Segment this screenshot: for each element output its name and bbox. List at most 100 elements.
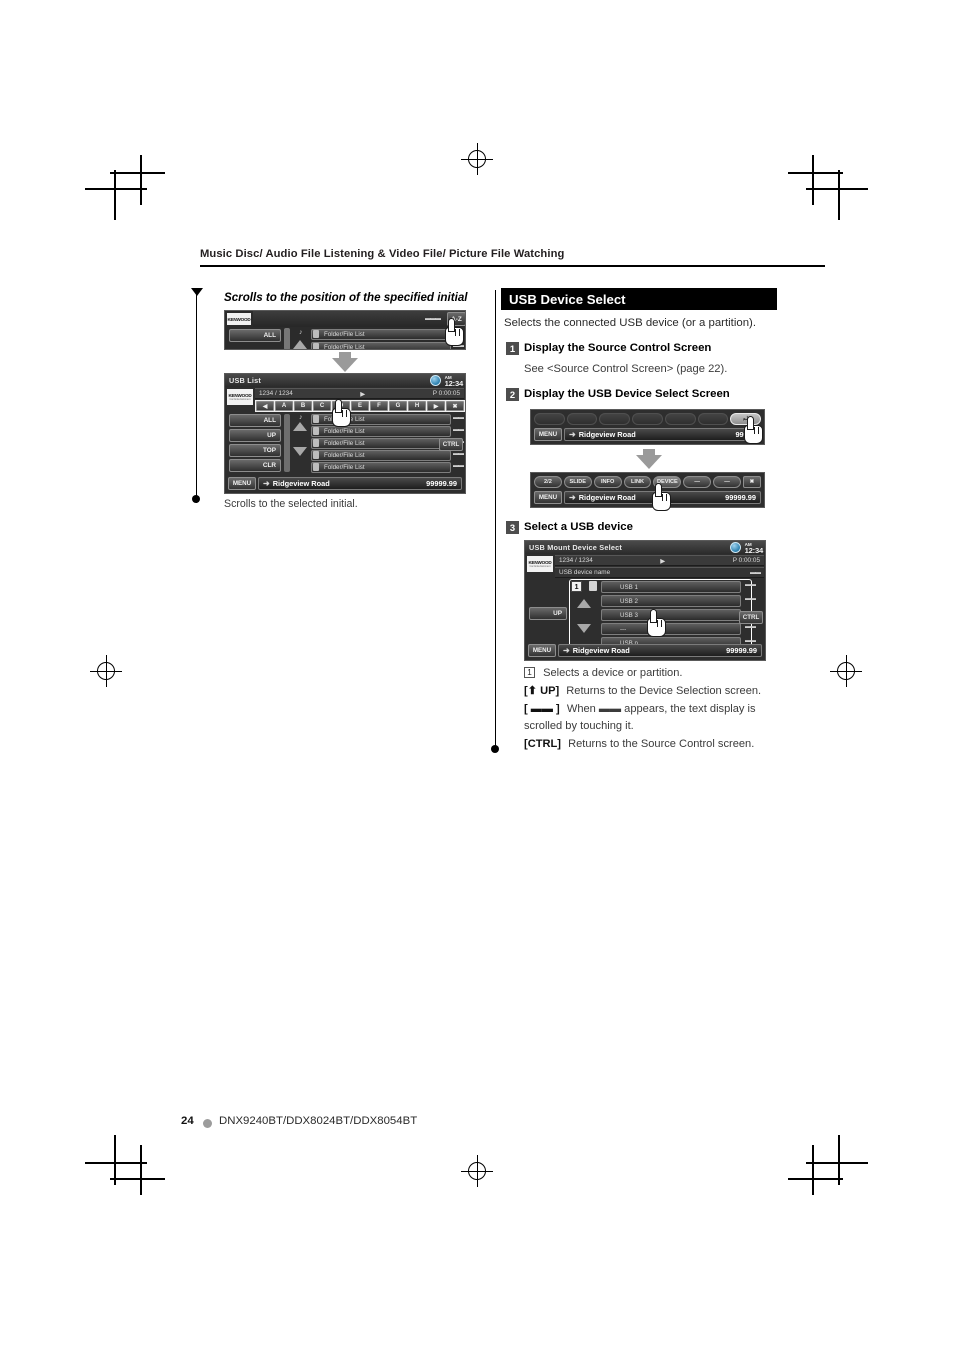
row-dots-icon[interactable]: ▬▬ — [745, 582, 756, 588]
crop-mark-tr-h — [806, 188, 868, 190]
device-name-bar: USB device name ▬▬ — [555, 567, 764, 578]
alpha-key-a[interactable]: A — [275, 401, 293, 411]
alpha-key-c[interactable]: C — [313, 401, 331, 411]
screenshot-source-control-bottom: ⤾ MENU ➜Ridgeview Road 99999 — [530, 409, 765, 445]
step-1-body: See <Source Control Screen> (page 22). — [524, 363, 728, 375]
scroll-down-icon[interactable] — [293, 447, 307, 456]
legend-key-scroll: [ ▬▬ ] — [524, 703, 560, 715]
list-row[interactable]: Folder/File List — [311, 450, 451, 461]
alpha-key-prev[interactable]: ◀ — [256, 401, 274, 411]
crop-mark-bl-h — [85, 1162, 147, 1164]
device-select-title: USB Mount Device Select — [529, 543, 622, 552]
touch-hand-cursor — [650, 482, 676, 512]
screenshot-az-button: KENWOOD ▬▬▬ A-Z ALL Folder/File List ▬▬ … — [224, 310, 466, 350]
clr-button[interactable]: CLR — [229, 459, 281, 472]
brand-logo: KENWOOD Car Entertainment — [227, 389, 253, 405]
ctrl-button[interactable]: CTRL — [439, 438, 463, 451]
track-info-button[interactable]: ➜Ridgeview Road 99999 — [564, 428, 761, 441]
registration-mark-right — [830, 655, 862, 687]
pill-blank-1[interactable]: — — [683, 476, 712, 488]
row-dots-icon[interactable]: ▬▬ — [453, 451, 464, 457]
legend-row-2: [⬆ UP] Returns to the Device Selection s… — [524, 683, 774, 700]
alphabet-bar[interactable]: ◀ A B C D E F G H ▶ ✖ — [255, 400, 465, 412]
pill-placeholder[interactable] — [632, 413, 663, 425]
section-intro: Selects the connected USB device (or a p… — [504, 317, 756, 329]
callout-number-1: 1 — [571, 581, 582, 592]
pill-page-indicator[interactable]: 2/2 — [534, 476, 562, 488]
row-dots-icon[interactable]: ▬▬ — [745, 624, 756, 630]
row-dots-icon[interactable]: ▬▬ — [745, 596, 756, 602]
track-info-button[interactable]: ➜ Ridgeview Road 99999.99 — [258, 477, 462, 490]
alpha-key-g[interactable]: G — [389, 401, 407, 411]
screenshot-usb-list: USB List AM 12:34 KENWOOD Car Entertainm… — [224, 373, 466, 494]
globe-icon — [730, 542, 741, 553]
list-row[interactable]: Folder/File List — [311, 342, 451, 349]
menu-button[interactable]: MENU — [534, 428, 562, 441]
close-icon[interactable]: ✖ — [743, 476, 762, 488]
scroll-dots-icon[interactable]: ▬▬ — [750, 570, 761, 576]
top-button[interactable]: TOP — [229, 444, 281, 457]
ctrl-button[interactable]: CTRL — [739, 611, 763, 624]
all-button[interactable]: ALL — [229, 414, 281, 427]
legend-row-1: 1 Selects a device or partition. — [524, 665, 774, 682]
crop-mark-bl-h2 — [110, 1178, 165, 1180]
pill-placeholder[interactable] — [599, 413, 631, 425]
scroll-up-icon[interactable] — [293, 422, 307, 431]
pill-placeholder[interactable] — [664, 413, 696, 425]
usb-list-title: USB List — [229, 376, 262, 385]
foot-bar: MENU ➜ Ridgeview Road 99999.99 — [228, 477, 462, 490]
step-3-number: 3 — [506, 521, 519, 534]
pill-blank-2[interactable]: — — [713, 476, 742, 488]
pill-placeholder[interactable] — [566, 413, 598, 425]
brand-name: KENWOOD — [227, 316, 251, 322]
step-3-title: Select a USB device — [524, 521, 633, 533]
step-2-number: 2 — [506, 388, 519, 401]
brand-tagline: Car Entertainment — [529, 565, 551, 568]
row-dots-icon[interactable]: ▬▬ — [453, 415, 464, 421]
play-icon: ▶ — [660, 557, 666, 565]
scroll-up-icon[interactable] — [293, 340, 307, 349]
device-row[interactable]: USB 1 — [601, 581, 741, 593]
brand-tagline: Car Entertainment — [229, 398, 251, 401]
footer-bullet-icon — [203, 1119, 212, 1128]
alpha-key-f[interactable]: F — [370, 401, 388, 411]
menu-button[interactable]: MENU — [528, 644, 556, 657]
list-row[interactable]: Folder/File List — [311, 438, 451, 449]
alpha-key-b[interactable]: B — [294, 401, 312, 411]
step-1-title: Display the Source Control Screen — [524, 342, 712, 354]
pill-info[interactable]: INFO — [593, 476, 622, 488]
play-time: P 0:00:05 — [432, 390, 460, 397]
up-button[interactable]: UP — [229, 429, 281, 442]
turn-arrow-icon: ➜ — [563, 646, 570, 655]
track-name: Ridgeview Road — [578, 430, 636, 439]
clock-display: AM 12:34 — [745, 542, 764, 555]
step-1-number: 1 — [506, 342, 519, 355]
row-dots-icon[interactable]: ▬▬ — [453, 463, 464, 469]
manual-page: Music Disc/ Audio File Listening & Video… — [0, 0, 954, 1350]
scroll-up-icon[interactable] — [577, 599, 591, 608]
alpha-close-icon[interactable]: ✖ — [446, 401, 464, 411]
device-row[interactable]: --- — [601, 623, 741, 635]
list-row[interactable]: Folder/File List — [311, 462, 451, 473]
track-info-button[interactable]: ➜ Ridgeview Road 99999.99 — [558, 644, 762, 657]
touch-hand-cursor — [330, 398, 356, 428]
scroll-down-icon[interactable] — [577, 624, 591, 633]
device-pill-row: 2/2 SLIDE INFO LINK DEVICE — — ✖ — [534, 476, 762, 488]
device-row[interactable]: USB 2 — [601, 595, 741, 607]
pill-link[interactable]: LINK — [623, 476, 652, 488]
alpha-key-h[interactable]: H — [408, 401, 426, 411]
up-button[interactable]: UP — [529, 607, 567, 620]
pill-slide[interactable]: SLIDE — [563, 476, 592, 488]
alpha-key-next[interactable]: ▶ — [427, 401, 445, 411]
screenshot-usb-device-select: USB Mount Device Select AM 12:34 KENWOOD… — [524, 540, 766, 661]
list-row[interactable]: Folder/File List — [311, 329, 451, 340]
pill-placeholder[interactable] — [534, 413, 565, 425]
legend-key-number: 1 — [524, 667, 535, 678]
menu-button[interactable]: MENU — [534, 491, 562, 504]
pill-placeholder[interactable] — [697, 413, 729, 425]
legend-text: Selects a device or partition. — [543, 667, 683, 679]
menu-button[interactable]: MENU — [228, 477, 256, 490]
row-dots-icon[interactable]: ▬▬ — [453, 427, 464, 433]
screenshot-device-pill-row: 2/2 SLIDE INFO LINK DEVICE — — ✖ MENU ➜ R… — [530, 472, 765, 508]
device-row[interactable]: USB 3 — [601, 609, 741, 621]
